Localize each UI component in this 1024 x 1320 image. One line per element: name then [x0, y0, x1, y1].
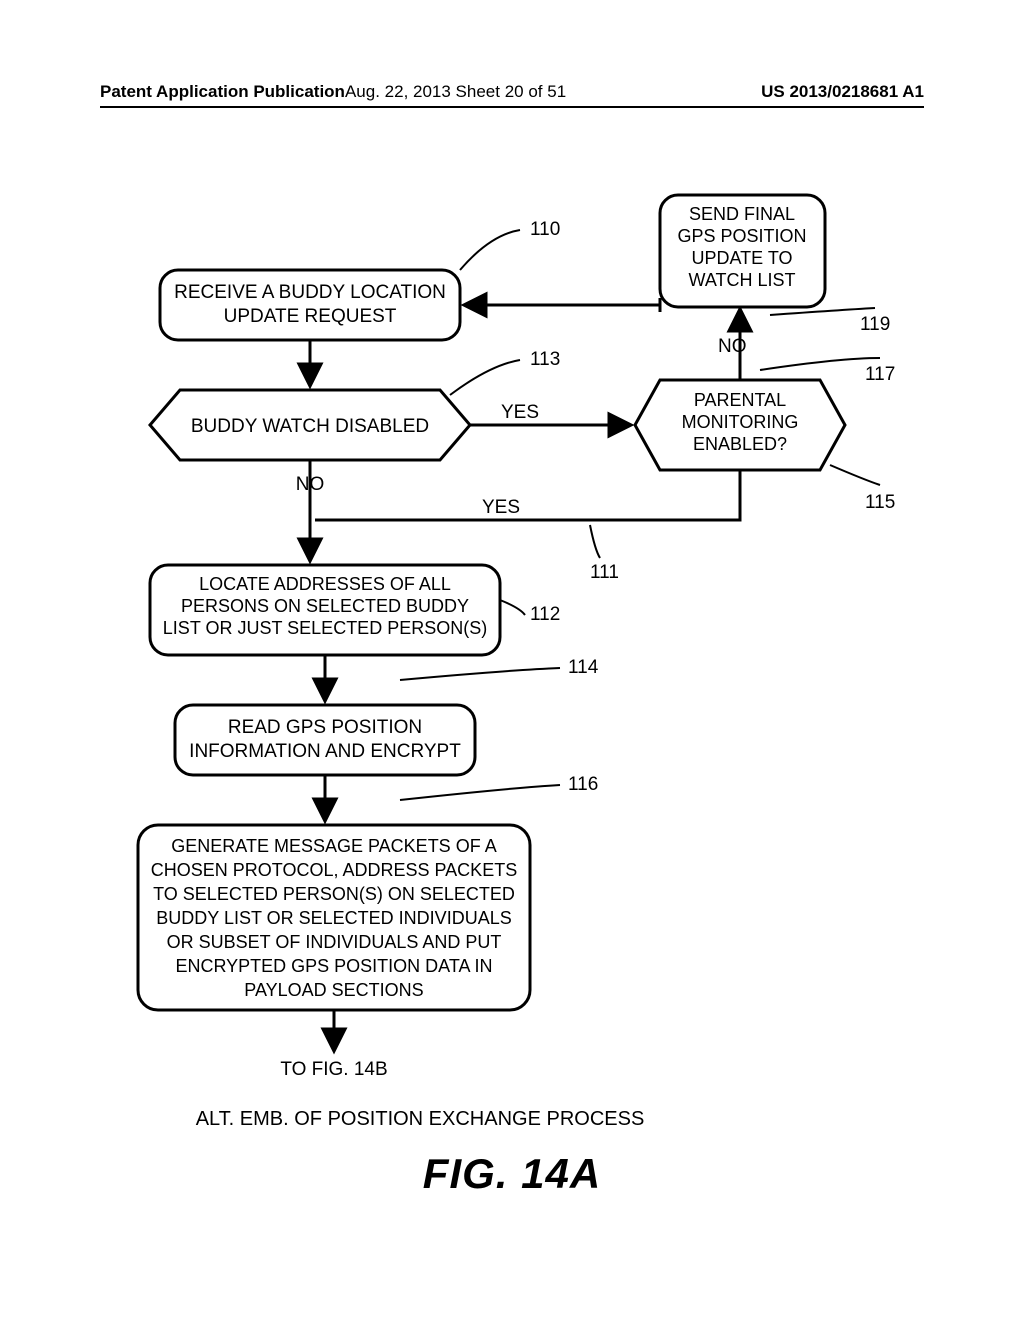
- leader-115: [830, 465, 880, 485]
- label-116: 116: [568, 774, 598, 795]
- label-119: 119: [860, 314, 890, 335]
- svg-text:LOCATE ADDRESSES OF ALL: LOCATE ADDRESSES OF ALL: [199, 574, 451, 594]
- decision-113: BUDDY WATCH DISABLED: [150, 390, 470, 460]
- label-yes-113: YES: [501, 402, 539, 423]
- leader-114: [400, 668, 560, 680]
- block-110: RECEIVE A BUDDY LOCATION UPDATE REQUEST: [160, 270, 460, 340]
- label-110: 110: [530, 219, 560, 240]
- svg-text:SEND FINAL: SEND FINAL: [689, 204, 795, 224]
- decision-115: PARENTAL MONITORING ENABLED?: [635, 380, 845, 470]
- svg-text:BUDDY LIST OR SELECTED INDIVID: BUDDY LIST OR SELECTED INDIVIDUALS: [156, 908, 511, 928]
- label-114: 114: [568, 657, 599, 678]
- label-115: 115: [865, 492, 895, 513]
- svg-text:INFORMATION AND ENCRYPT: INFORMATION AND ENCRYPT: [189, 741, 461, 762]
- label-112: 112: [530, 604, 560, 625]
- leader-112: [500, 600, 525, 615]
- leader-116: [400, 785, 560, 800]
- svg-text:ENCRYPTED GPS POSITION DATA IN: ENCRYPTED GPS POSITION DATA IN: [175, 956, 492, 976]
- block-119: SEND FINAL GPS POSITION UPDATE TO WATCH …: [660, 195, 825, 307]
- flowchart: RECEIVE A BUDDY LOCATION UPDATE REQUEST …: [120, 180, 904, 1230]
- svg-text:MONITORING: MONITORING: [682, 412, 799, 432]
- svg-text:GPS POSITION: GPS POSITION: [677, 226, 806, 246]
- arrow-115-yes: YES: [482, 470, 740, 520]
- svg-text:ENABLED?: ENABLED?: [693, 434, 787, 454]
- svg-text:BUDDY WATCH DISABLED: BUDDY WATCH DISABLED: [191, 416, 429, 437]
- label-to-fig: TO FIG. 14B: [280, 1059, 387, 1080]
- svg-text:PAYLOAD SECTIONS: PAYLOAD SECTIONS: [244, 980, 423, 1000]
- svg-text:RECEIVE A BUDDY LOCATION: RECEIVE A BUDDY LOCATION: [174, 282, 446, 303]
- svg-text:LIST OR JUST SELECTED PERSON(S: LIST OR JUST SELECTED PERSON(S): [163, 618, 487, 638]
- leader-113: [450, 360, 520, 395]
- header-center: Aug. 22, 2013 Sheet 20 of 51: [345, 82, 657, 102]
- svg-text:YES: YES: [482, 497, 520, 518]
- block-116: GENERATE MESSAGE PACKETS OF A CHOSEN PRO…: [138, 825, 530, 1010]
- page-header: Patent Application Publication Aug. 22, …: [100, 82, 924, 108]
- svg-text:OR SUBSET OF INDIVIDUALS AND P: OR SUBSET OF INDIVIDUALS AND PUT: [167, 932, 502, 952]
- label-117: 117: [865, 364, 895, 385]
- svg-text:WATCH LIST: WATCH LIST: [689, 270, 796, 290]
- leader-111: [590, 525, 600, 558]
- leader-117: [760, 358, 880, 370]
- label-111: 111: [590, 562, 619, 583]
- svg-text:READ GPS POSITION: READ GPS POSITION: [228, 717, 422, 738]
- label-no-115: NO: [718, 336, 747, 357]
- block-114: READ GPS POSITION INFORMATION AND ENCRYP…: [175, 705, 475, 775]
- svg-text:GENERATE MESSAGE PACKETS OF A: GENERATE MESSAGE PACKETS OF A: [171, 836, 496, 856]
- svg-text:CHOSEN PROTOCOL, ADDRESS PACKE: CHOSEN PROTOCOL, ADDRESS PACKETS: [151, 860, 517, 880]
- svg-text:PERSONS ON SELECTED BUDDY: PERSONS ON SELECTED BUDDY: [181, 596, 469, 616]
- leader-110: [460, 230, 520, 270]
- header-right: US 2013/0218681 A1: [657, 82, 924, 102]
- svg-text:PARENTAL: PARENTAL: [694, 390, 786, 410]
- label-113: 113: [530, 349, 560, 370]
- svg-text:UPDATE REQUEST: UPDATE REQUEST: [224, 306, 397, 327]
- svg-text:TO SELECTED PERSON(S) ON SELEC: TO SELECTED PERSON(S) ON SELECTED: [153, 884, 515, 904]
- figure-number: FIG. 14A: [0, 1150, 1024, 1198]
- header-left: Patent Application Publication: [100, 82, 345, 102]
- figure-caption: ALT. EMB. OF POSITION EXCHANGE PROCESS: [196, 1108, 645, 1130]
- svg-text:UPDATE TO: UPDATE TO: [691, 248, 792, 268]
- label-no-113: NO: [296, 474, 325, 495]
- block-112: LOCATE ADDRESSES OF ALL PERSONS ON SELEC…: [150, 565, 500, 655]
